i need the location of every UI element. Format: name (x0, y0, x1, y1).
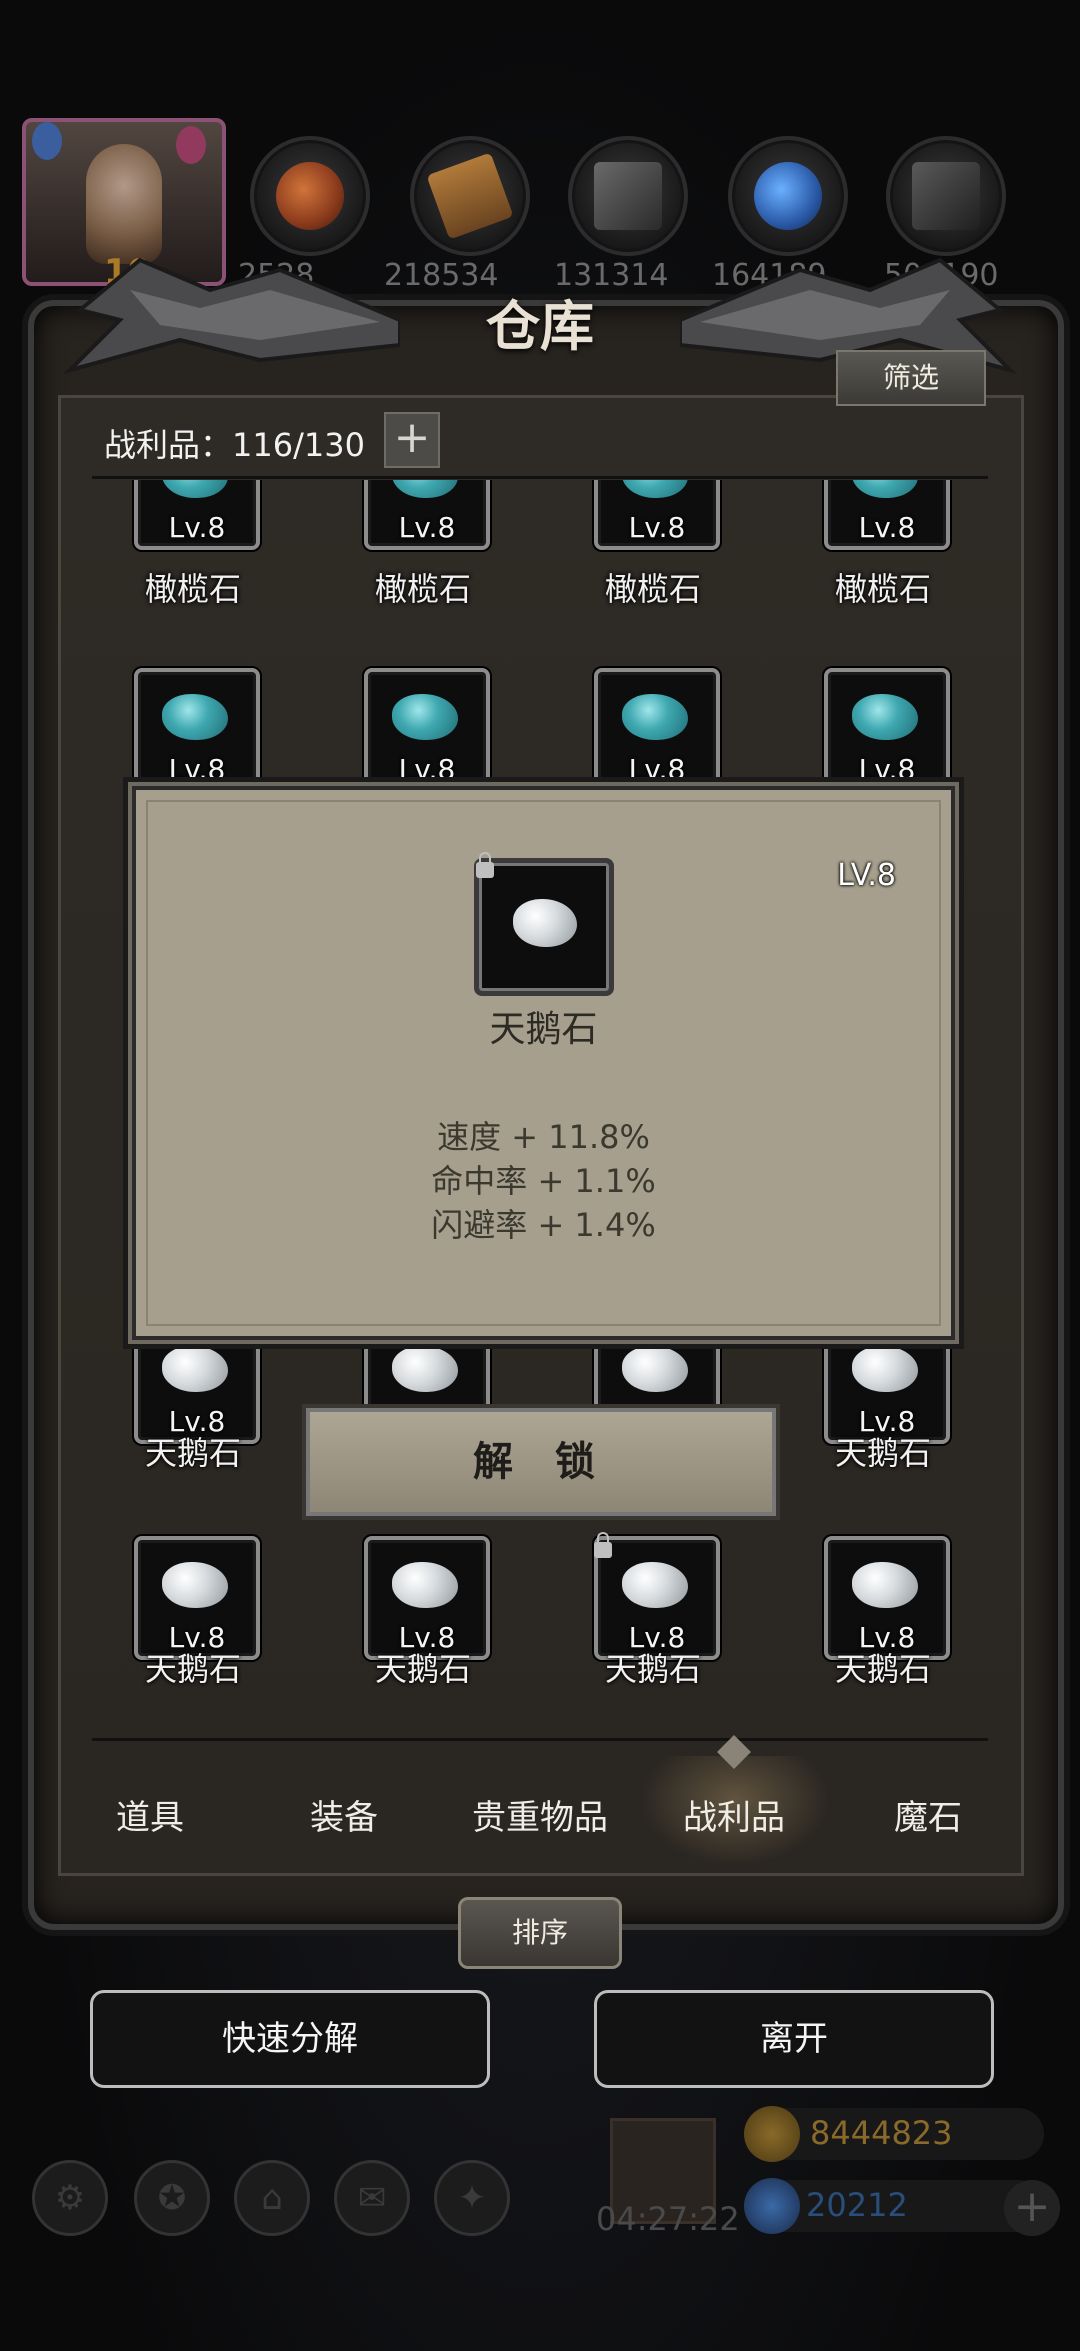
item-slot[interactable]: Lv.8 (134, 480, 260, 550)
item-level: Lv.8 (168, 511, 226, 544)
item-slot[interactable]: Lv.8 (134, 1536, 260, 1660)
gem-icon (392, 1346, 458, 1392)
gem-icon (513, 899, 577, 947)
gift-timer: 04:27:22 (596, 2200, 740, 2238)
resource-crystal-icon[interactable] (728, 136, 848, 256)
resource-iron-icon[interactable] (568, 136, 688, 256)
gem-icon (622, 1562, 688, 1608)
page-title: 仓库 (486, 295, 594, 358)
gem-icon (162, 1346, 228, 1392)
mail-icon: ✉ (334, 2160, 410, 2236)
gem-icon (392, 694, 458, 740)
meat-icon (276, 162, 344, 230)
quick-decompose-button[interactable]: 快速分解 (90, 1990, 490, 2088)
item-name: 橄榄石 (604, 570, 701, 608)
shop-icon: ⌂ (234, 2160, 310, 2236)
avatar-face (86, 144, 162, 264)
gold-coin-icon (744, 2106, 800, 2162)
item-level: Lv.8 (398, 753, 456, 786)
gem-icon (162, 480, 228, 498)
item-name: 天鹅石 (834, 1650, 931, 1688)
filter-button[interactable]: 筛选 (836, 350, 986, 406)
tab-equipment[interactable]: 装备 (294, 1790, 394, 1839)
stat-speed: 速度 + 11.8% (437, 1118, 650, 1156)
inventory-count: 战利品：116/130 (104, 426, 365, 464)
item-name: 天鹅石 (144, 1650, 241, 1688)
item-slot[interactable]: Lv.8 (364, 1536, 490, 1660)
item-detail-popup: LV.8 天鹅石 速度 + 11.8% 命中率 + 1.1% 闪避率 + 1.4… (132, 786, 955, 1340)
item-slot[interactable]: Lv.8 (594, 668, 720, 792)
item-name: 天鹅石 (144, 1434, 241, 1472)
tab-loot[interactable]: 战利品 (674, 1790, 794, 1839)
item-level: Lv.8 (168, 753, 226, 786)
lock-icon (476, 852, 494, 878)
resource-wood-icon[interactable] (410, 136, 530, 256)
sort-button[interactable]: 排序 (458, 1897, 622, 1969)
item-level: Lv.8 (628, 753, 686, 786)
item-level: Lv.8 (628, 511, 686, 544)
unlock-button[interactable]: 解 锁 (302, 1404, 780, 1520)
item-slot[interactable]: Lv.8 (364, 668, 490, 792)
ornament-left-wing-icon (63, 257, 400, 374)
crystal-icon (754, 162, 822, 230)
balloon-icon (32, 122, 62, 160)
item-level: Lv.8 (858, 511, 916, 544)
item-level: Lv.8 (398, 511, 456, 544)
emblem-icon: ✪ (134, 2160, 210, 2236)
item-name: 橄榄石 (374, 570, 471, 608)
resource-stone-icon[interactable] (886, 136, 1006, 256)
gold-amount: 8444823 (810, 2114, 953, 2152)
gem-icon (392, 480, 458, 498)
item-name: 天鹅石 (604, 1650, 701, 1688)
expand-capacity-button[interactable]: + (384, 412, 440, 468)
item-slot[interactable]: Lv.8 (824, 1536, 950, 1660)
settings-gear-icon: ⚙ (32, 2160, 108, 2236)
gem-icon (622, 480, 688, 498)
item-slot[interactable]: Lv.8 (824, 668, 950, 792)
gem-icon (852, 1346, 918, 1392)
item-name: 天鹅石 (374, 1650, 471, 1688)
popup-item-level: LV.8 (837, 858, 896, 893)
leave-button[interactable]: 离开 (594, 1990, 994, 2088)
gem-icon (162, 1562, 228, 1608)
map-icon: ✦ (434, 2160, 510, 2236)
wood-icon (426, 152, 514, 240)
add-currency-icon: + (1004, 2180, 1060, 2236)
lock-icon (594, 1532, 612, 1558)
gem-icon (852, 480, 918, 498)
item-slot[interactable]: Lv.8 (594, 480, 720, 550)
item-slot[interactable]: Lv.8 (824, 480, 950, 550)
item-name: 橄榄石 (834, 570, 931, 608)
tab-items[interactable]: 道具 (100, 1790, 200, 1839)
stat-accuracy: 命中率 + 1.1% (431, 1162, 656, 1200)
gem-icon (162, 694, 228, 740)
item-level: Lv.8 (858, 753, 916, 786)
stat-evasion: 闪避率 + 1.4% (431, 1206, 656, 1244)
popup-item-name: 天鹅石 (489, 1009, 598, 1050)
stone-icon (912, 162, 980, 230)
gem-icon (622, 1346, 688, 1392)
item-slot[interactable]: Lv.8 (594, 1536, 720, 1660)
gem-icon (622, 694, 688, 740)
divider (92, 1738, 988, 1741)
item-name: 橄榄石 (144, 570, 241, 608)
iron-icon (594, 162, 662, 230)
tab-magic-stones[interactable]: 魔石 (878, 1790, 978, 1839)
diamond-icon (744, 2178, 800, 2234)
gem-icon (852, 694, 918, 740)
gem-icon (852, 1562, 918, 1608)
balloon-icon (176, 126, 206, 164)
item-slot[interactable]: Lv.8 (364, 480, 490, 550)
popup-item-slot (474, 858, 614, 996)
resource-meat-icon[interactable] (250, 136, 370, 256)
tab-valuables[interactable]: 贵重物品 (460, 1790, 620, 1839)
gem-amount: 20212 (806, 2186, 908, 2224)
divider (92, 476, 988, 479)
item-name: 天鹅石 (834, 1434, 931, 1472)
gem-icon (392, 1562, 458, 1608)
item-slot[interactable]: Lv.8 (134, 668, 260, 792)
